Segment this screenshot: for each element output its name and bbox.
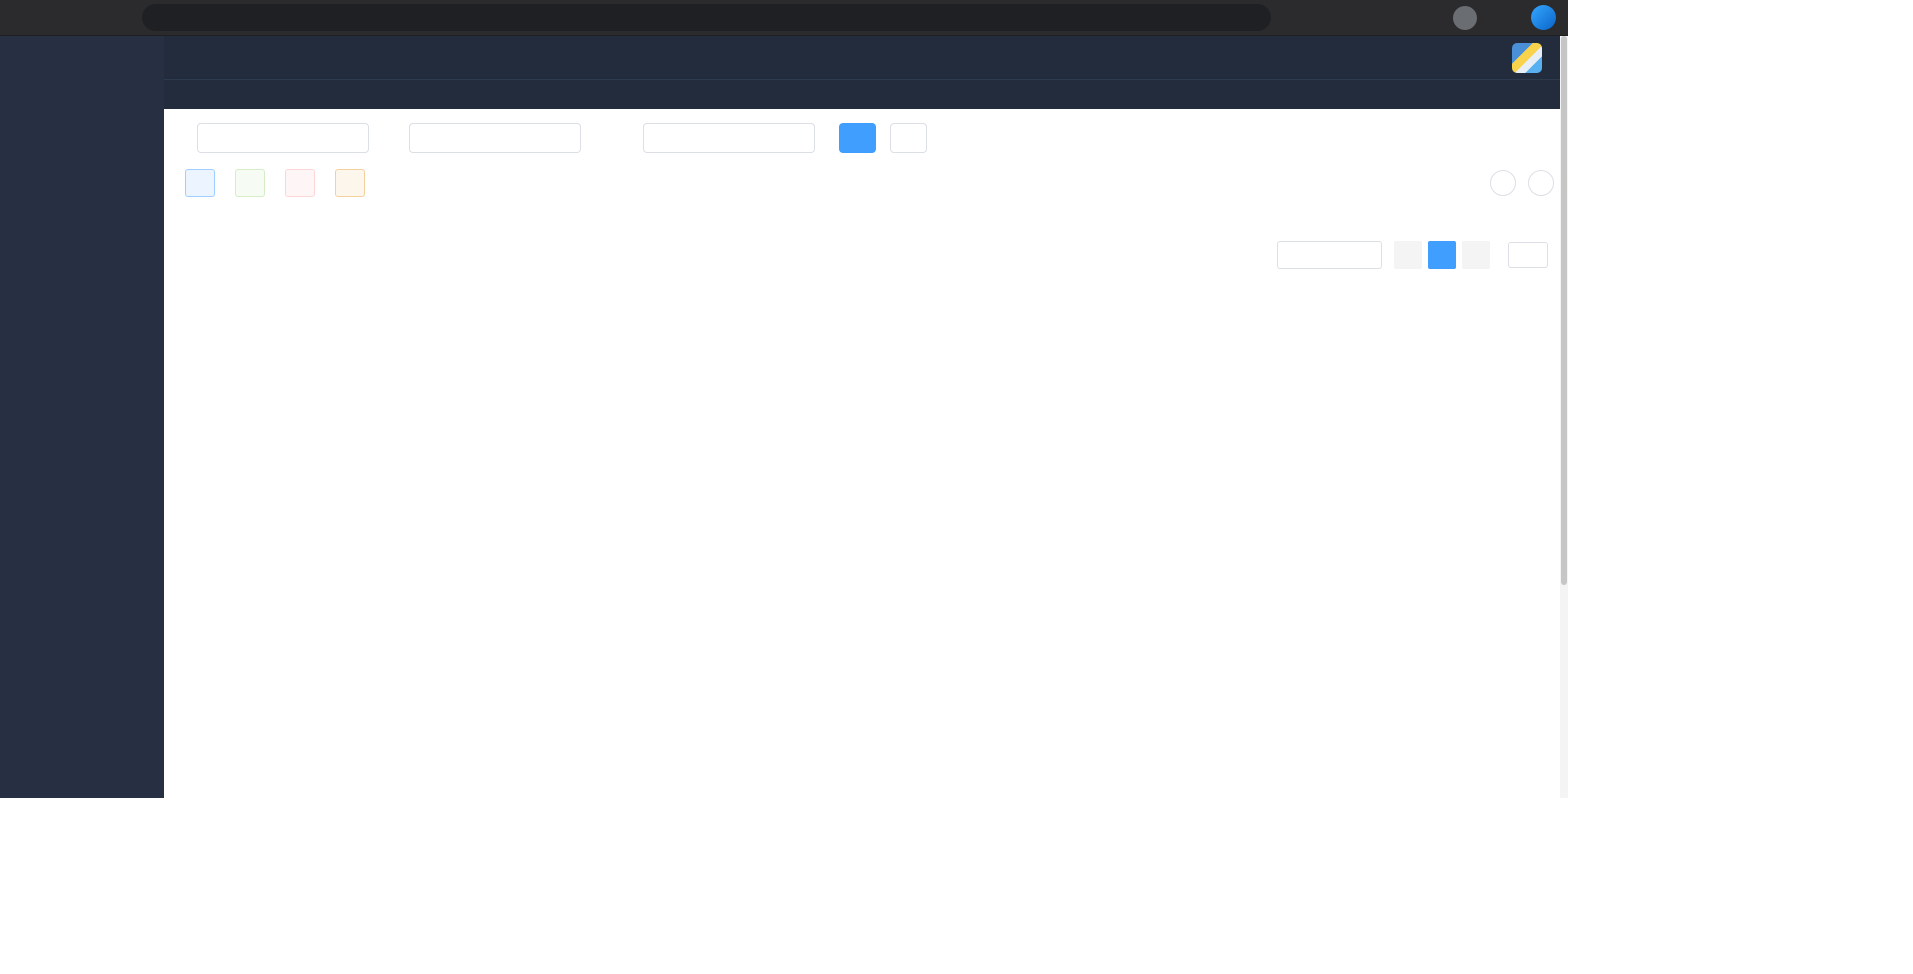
reset-button[interactable] (890, 123, 927, 153)
search-button[interactable] (839, 123, 876, 153)
favorites-button[interactable] (1369, 3, 1403, 33)
post-name-input[interactable] (409, 123, 581, 153)
screenshot-canvas (0, 0, 1913, 974)
browser-profile-button[interactable] (1453, 6, 1477, 30)
tabs-bar (164, 79, 1568, 109)
status-select[interactable] (643, 123, 815, 153)
scrollbar-thumb[interactable] (1561, 36, 1567, 585)
admin-app (0, 36, 1568, 798)
bing-discover[interactable] (1531, 3, 1558, 33)
main-panel (164, 36, 1568, 798)
scrollbar[interactable] (1560, 36, 1568, 798)
bing-icon[interactable] (1531, 5, 1556, 30)
extensions-button[interactable] (1285, 3, 1319, 33)
add-button[interactable] (185, 169, 215, 197)
export-button[interactable] (335, 169, 365, 197)
table-toolbar (185, 169, 1554, 197)
prev-page-button[interactable] (1394, 241, 1422, 269)
next-page-button[interactable] (1462, 241, 1490, 269)
refresh-table-button[interactable] (1528, 170, 1554, 196)
toolbar-right (1490, 170, 1554, 196)
back-button[interactable] (10, 3, 44, 33)
page-content (164, 109, 1568, 798)
address-bar[interactable] (142, 4, 1271, 31)
show-search-button[interactable] (1490, 170, 1516, 196)
user-avatar[interactable] (1512, 43, 1542, 73)
app-header (164, 36, 1568, 79)
split-screen-button[interactable] (1327, 3, 1361, 33)
collections-button[interactable] (1411, 3, 1445, 33)
browser-toolbar (0, 0, 1568, 36)
page-size-select[interactable] (1277, 241, 1382, 269)
refresh-button[interactable] (52, 3, 86, 33)
goto-page-input[interactable] (1508, 242, 1548, 268)
settings-more-button[interactable] (1485, 3, 1519, 33)
search-form (185, 123, 1554, 153)
page-1-button[interactable] (1428, 241, 1456, 269)
home-button[interactable] (94, 3, 128, 33)
edit-button[interactable] (235, 169, 265, 197)
app-logo (0, 36, 164, 80)
header-actions (1392, 43, 1552, 73)
browser-window (0, 0, 1568, 798)
delete-button[interactable] (285, 169, 315, 197)
sidebar (0, 36, 164, 798)
post-code-input[interactable] (197, 123, 369, 153)
pagination (185, 241, 1554, 269)
